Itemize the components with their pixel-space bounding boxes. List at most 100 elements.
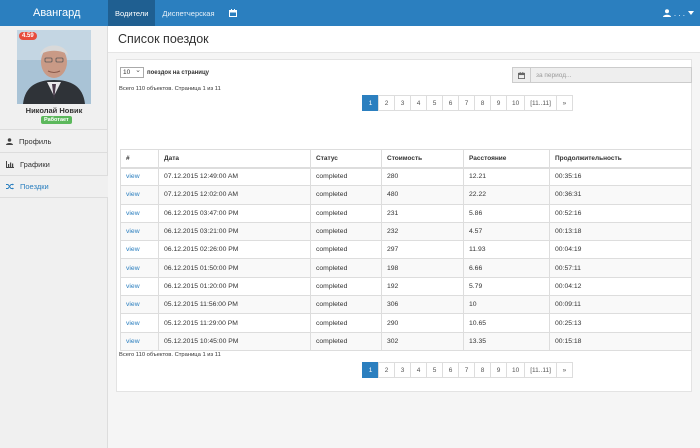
page-button[interactable]: 10 [506,95,526,111]
page-button[interactable]: 5 [426,95,443,111]
brand-logo[interactable]: Авангард [0,0,108,26]
trip-cost: 290 [381,313,464,333]
column-header-cost[interactable]: Стоимость [381,149,464,169]
tab-drivers[interactable]: Водители [108,0,156,26]
next-page-button[interactable]: » [555,362,573,378]
page-button[interactable]: 6 [442,95,459,111]
trip-date: 07.12.2015 12:49:00 AM [158,166,311,187]
trip-duration: 00:57:11 [549,258,692,278]
sidebar: 4.59 Николай Новик Работает Профиль Граф… [0,26,108,448]
sidebar-item-label: Профиль [19,136,52,146]
trip-duration: 00:25:13 [549,313,692,333]
trip-duration: 00:13:18 [549,221,692,242]
view-link[interactable]: view [126,246,140,253]
view-link[interactable]: view [126,210,140,217]
sidebar-item-trips[interactable]: Поездки [0,175,108,198]
view-link[interactable]: view [126,265,140,272]
page-button[interactable]: 7 [458,362,475,378]
page-button[interactable]: 6 [442,362,459,378]
trip-distance: 10.65 [463,313,550,333]
page-button[interactable]: 9 [490,362,507,378]
trip-status: completed [310,313,382,333]
view-link[interactable]: view [126,283,140,290]
trip-status: completed [310,221,382,242]
view-link[interactable]: view [126,320,140,327]
page-button[interactable]: 3 [394,95,411,111]
column-header-status[interactable]: Статус [310,149,382,169]
page-button[interactable]: 2 [378,362,395,378]
trip-date: 06.12.2015 01:50:00 PM [158,258,311,278]
page-button[interactable]: [11..11] [524,362,557,378]
trip-status: completed [310,166,382,187]
page-button[interactable]: 2 [378,95,395,111]
trip-status: completed [310,276,382,297]
trip-duration: 00:04:19 [549,240,692,260]
view-link[interactable]: view [126,228,140,235]
calendar-icon [518,71,525,79]
sidebar-menu: Профиль Графики Поездки [0,129,108,198]
sidebar-item-profile[interactable]: Профиль [0,129,108,152]
trip-date: 06.12.2015 01:20:00 PM [158,276,311,297]
column-header-date[interactable]: Дата [158,149,311,169]
view-link[interactable]: view [126,338,140,345]
trip-status: completed [310,240,382,260]
trip-distance: 6.66 [463,258,550,278]
trip-date: 06.12.2015 02:26:00 PM [158,240,311,260]
trip-cost: 480 [381,185,464,205]
trip-date: 05.12.2015 10:45:00 PM [158,331,311,351]
trip-status: completed [310,203,382,223]
page-button[interactable]: 9 [490,95,507,111]
page-button[interactable]: 8 [474,362,491,378]
page-button[interactable]: 1 [362,95,379,111]
trip-distance: 10 [463,295,550,315]
sidebar-item-charts[interactable]: Графики [0,152,108,175]
view-link[interactable]: view [126,173,140,180]
page-button[interactable]: 1 [362,362,379,378]
period-calendar-button[interactable] [512,67,531,83]
sidebar-item-label: Графики [20,159,50,169]
trips-table: # Дата Статус Стоимость Расстояние Продо… [120,149,692,351]
period-input[interactable]: за период... [531,67,692,83]
next-page-button[interactable]: » [555,95,573,111]
pagination-bottom: 1 2 3 4 5 6 7 8 9 10 [11..11] » [362,362,573,378]
user-menu[interactable]: . . . [662,0,700,26]
tab-dispatch[interactable]: Диспетчерская [155,0,221,26]
user-icon [6,137,13,145]
table-row: view 05.12.2015 11:56:00 PM completed 30… [120,295,692,315]
trip-status: completed [310,185,382,205]
page-button[interactable]: 4 [410,95,427,111]
table-row: view 07.12.2015 12:49:00 AM completed 28… [120,166,692,187]
column-header-number[interactable]: # [120,149,159,169]
page-button[interactable]: 7 [458,95,475,111]
summary-bottom: Всего 110 объектов. Страница 1 из 11 [119,352,221,358]
bar-chart-icon [6,160,14,168]
trip-cost: 280 [381,166,464,187]
trip-cost: 192 [381,276,464,297]
table-row: view 07.12.2015 12:02:00 AM completed 48… [120,185,692,205]
trip-distance: 5.86 [463,203,550,223]
trip-date: 05.12.2015 11:56:00 PM [158,295,311,315]
page-button[interactable]: 8 [474,95,491,111]
page-button[interactable]: [11..11] [524,95,557,111]
column-header-distance[interactable]: Расстояние [463,149,550,169]
table-row: view 06.12.2015 01:20:00 PM completed 19… [120,276,692,297]
calendar-nav-button[interactable] [222,0,244,26]
column-header-duration[interactable]: Продолжительность [549,149,692,169]
view-link[interactable]: view [126,301,140,308]
main-content: Список поездок 10 поездок на страницу за… [108,26,700,448]
trip-cost: 198 [381,258,464,278]
trip-duration: 00:36:31 [549,185,692,205]
view-link[interactable]: view [126,191,140,198]
pagination-top: 1 2 3 4 5 6 7 8 9 10 [11..11] » [362,95,573,111]
per-page-select[interactable]: 10 [120,66,144,78]
trip-distance: 13.35 [463,331,550,351]
trip-duration: 00:35:16 [549,166,692,187]
trip-date: 05.12.2015 11:29:00 PM [158,313,311,333]
trip-duration: 00:15:18 [549,331,692,351]
page-button[interactable]: 4 [410,362,427,378]
page-title: Список поездок [108,26,700,53]
page-button[interactable]: 5 [426,362,443,378]
page-button[interactable]: 10 [506,362,526,378]
page-button[interactable]: 3 [394,362,411,378]
trip-date: 07.12.2015 12:02:00 AM [158,185,311,205]
